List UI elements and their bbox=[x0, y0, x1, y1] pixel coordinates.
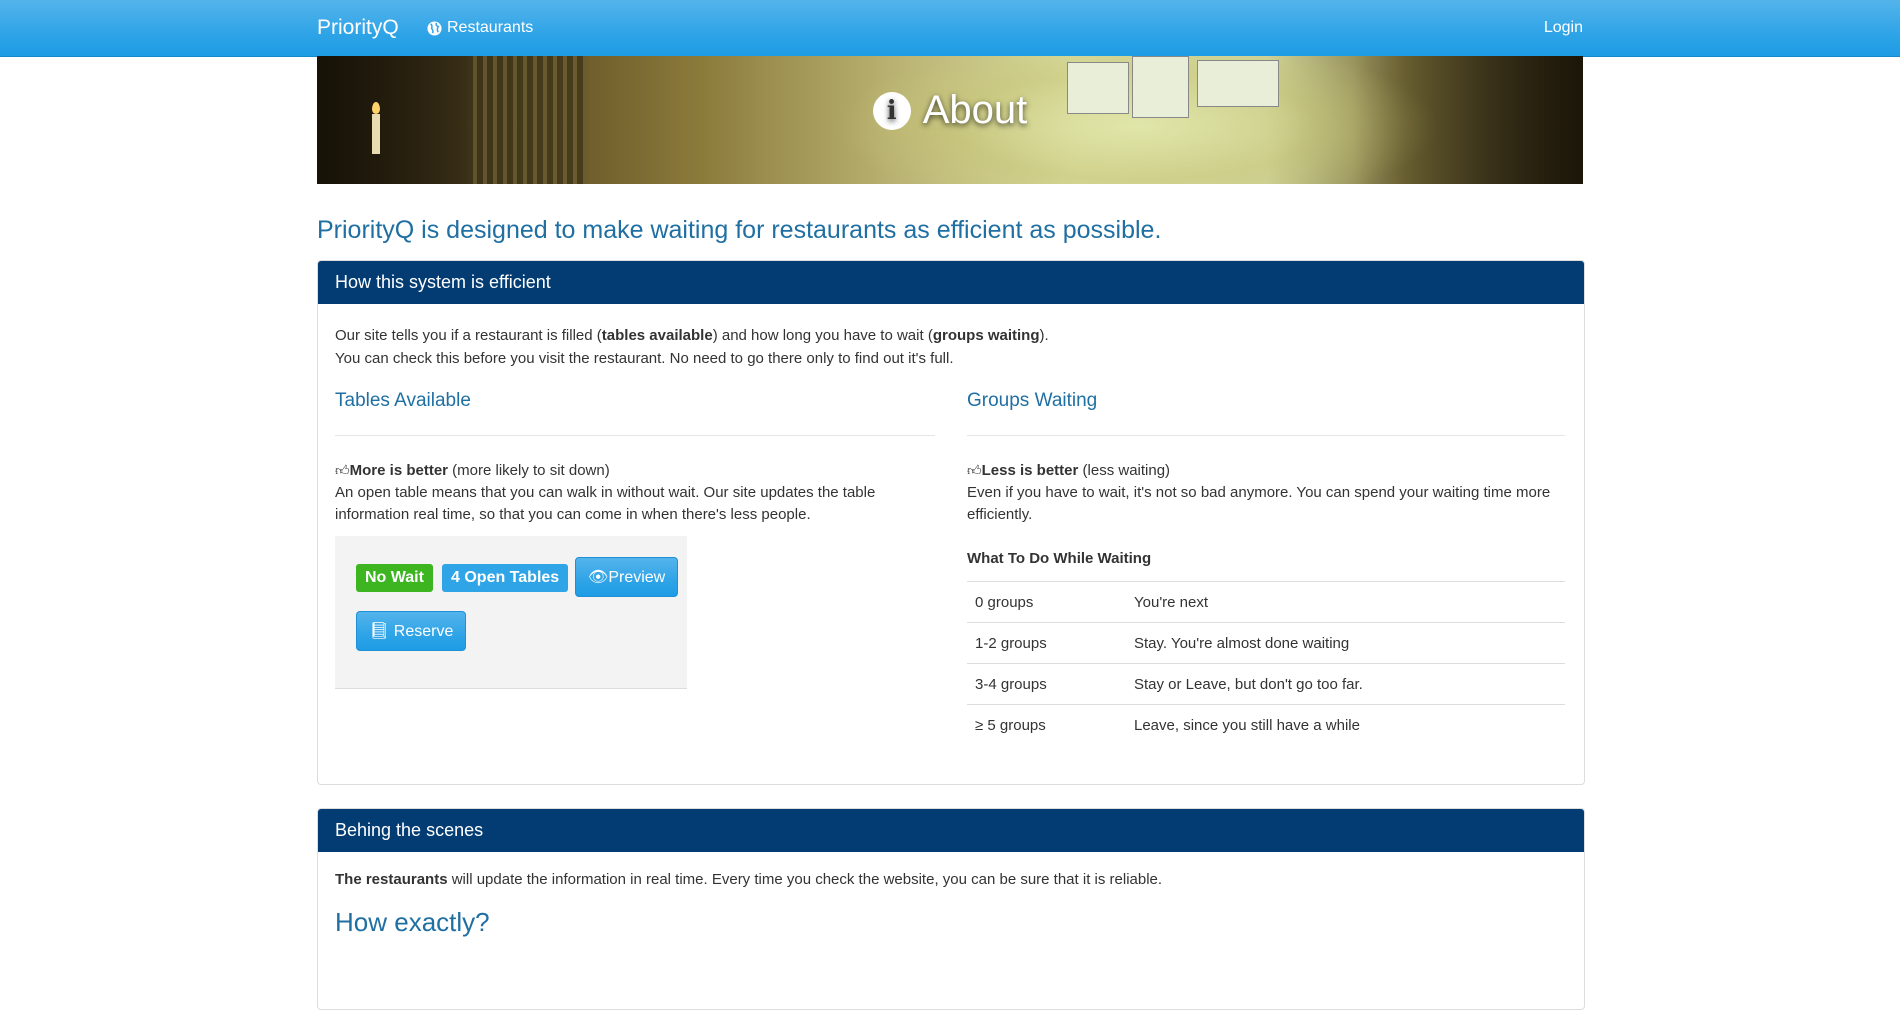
groups-description: Even if you have to wait, it's not so ba… bbox=[967, 484, 1551, 523]
eye-icon: 👁︎ bbox=[588, 569, 609, 586]
preview-label: Preview bbox=[608, 569, 666, 586]
intro-text-part: ) and how long you have to wait ( bbox=[712, 327, 933, 344]
reserve-button[interactable]: 📘︎ Reserve bbox=[356, 611, 467, 651]
nav-restaurants-label: Restaurants bbox=[447, 19, 534, 36]
divider bbox=[967, 435, 1565, 436]
behind-scenes-panel: Behing the scenes The restaurants will u… bbox=[317, 808, 1585, 1010]
preview-button[interactable]: 👁︎Preview bbox=[575, 557, 679, 597]
tables-bold: More is better bbox=[349, 462, 448, 479]
thumbs-up-icon: 👍︎ bbox=[967, 462, 982, 478]
waiting-table-title: What To Do While Waiting bbox=[967, 550, 1152, 567]
login-link[interactable]: Login bbox=[1544, 19, 1583, 37]
tables-text: 👍︎More is better (more likely to sit dow… bbox=[335, 459, 925, 526]
nav-restaurants-link[interactable]: Restaurants bbox=[427, 19, 533, 37]
groups-cell: ≥ 5 groups bbox=[967, 704, 1126, 745]
intro-bold-groups: groups waiting bbox=[932, 327, 1040, 344]
action-cell: You're next bbox=[1126, 581, 1565, 623]
how-exactly-heading: How exactly? bbox=[335, 907, 490, 937]
no-wait-badge: No Wait bbox=[356, 564, 433, 592]
divider bbox=[335, 435, 935, 436]
groups-waiting-title: Groups Waiting bbox=[967, 390, 1098, 411]
action-cell: Stay. You're almost done waiting bbox=[1126, 622, 1565, 664]
restaurant-status-demo: No Wait 4 Open Tables 👁︎Preview 📘︎ Reser… bbox=[335, 536, 687, 689]
navbar: PriorityQ Restaurants Login bbox=[0, 0, 1900, 57]
behind-text: The restaurants will update the informat… bbox=[335, 871, 1162, 888]
groups-cell: 0 groups bbox=[967, 581, 1126, 623]
thumbs-up-icon: 👍︎ bbox=[335, 462, 350, 478]
panel-heading: How this system is efficient bbox=[318, 261, 1584, 304]
table-row: ≥ 5 groups Leave, since you still have a … bbox=[967, 704, 1565, 745]
info-icon: i bbox=[872, 91, 911, 130]
groups-text: 👍︎Less is better (less waiting) Even if … bbox=[967, 459, 1557, 526]
hero-title: i About bbox=[317, 88, 1583, 133]
globe-icon bbox=[427, 20, 442, 36]
groups-cell: 3-4 groups bbox=[967, 663, 1126, 705]
page-lead: PriorityQ is designed to make waiting fo… bbox=[317, 216, 1162, 244]
book-icon: 📘︎ bbox=[369, 623, 394, 640]
intro-text: Our site tells you if a restaurant is fi… bbox=[335, 324, 1049, 370]
waiting-table: 0 groups You're next 1-2 groups Stay. You'… bbox=[967, 581, 1565, 745]
behind-description: will update the information in real time… bbox=[447, 871, 1163, 888]
intro-text-line2: You can check this before you visit the … bbox=[335, 350, 954, 367]
table-row: 1-2 groups Stay. You're almost done waiti… bbox=[967, 622, 1565, 664]
intro-bold-tables: tables available bbox=[601, 327, 713, 344]
groups-bold: Less is better bbox=[981, 462, 1079, 479]
open-tables-badge: 4 Open Tables bbox=[442, 564, 569, 592]
hero-banner: i About bbox=[317, 56, 1583, 184]
hero-title-text: About bbox=[922, 88, 1028, 132]
groups-cell: 1-2 groups bbox=[967, 622, 1126, 664]
intro-text-part: Our site tells you if a restaurant is fi… bbox=[335, 327, 602, 344]
action-cell: Leave, since you still have a while bbox=[1126, 704, 1565, 745]
behind-bold: The restaurants bbox=[335, 871, 448, 888]
brand-link[interactable]: PriorityQ bbox=[317, 16, 399, 40]
intro-text-part: ). bbox=[1039, 327, 1049, 344]
tables-description: An open table means that you can walk in… bbox=[335, 484, 876, 523]
efficiency-panel: How this system is efficient Our site te… bbox=[317, 260, 1585, 785]
action-cell: Stay or Leave, but don't go too far. bbox=[1126, 663, 1565, 705]
table-row: 0 groups You're next bbox=[967, 581, 1565, 623]
tables-note: (more likely to sit down) bbox=[448, 462, 610, 479]
groups-note: (less waiting) bbox=[1078, 462, 1171, 479]
panel-heading: Behing the scenes bbox=[318, 809, 1584, 852]
reserve-label: Reserve bbox=[393, 623, 454, 640]
tables-available-title: Tables Available bbox=[335, 390, 471, 411]
table-row: 3-4 groups Stay or Leave, but don't go to… bbox=[967, 663, 1565, 705]
